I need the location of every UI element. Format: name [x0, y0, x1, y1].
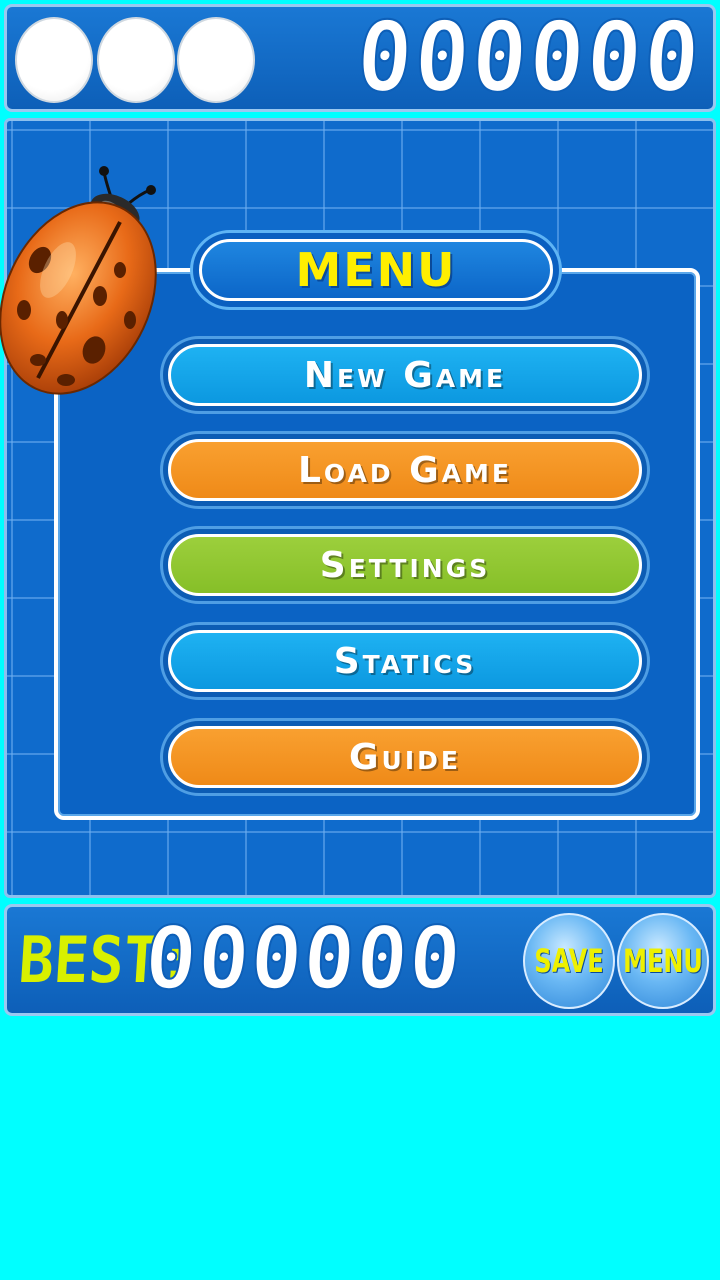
load-game-button[interactable]: Load Game — [160, 431, 650, 509]
save-label: SAVE — [534, 942, 604, 980]
new-game-label: New Game — [303, 354, 507, 396]
current-score: 000000 — [352, 0, 706, 114]
load-game-label: Load Game — [297, 449, 512, 491]
life-indicator — [177, 17, 255, 103]
menu-title-banner: MENU — [190, 230, 562, 310]
life-indicator — [15, 17, 93, 103]
new-game-button[interactable]: New Game — [160, 336, 650, 414]
statics-button[interactable]: Statics — [160, 622, 650, 700]
ladybug-icon — [0, 166, 157, 395]
life-indicator — [97, 17, 175, 103]
settings-label: Settings — [319, 544, 491, 586]
statics-label: Statics — [333, 640, 477, 682]
settings-button[interactable]: Settings — [160, 526, 650, 604]
game-screen: 000000 MENU New Game Load Game Settings … — [0, 0, 720, 1280]
best-score: 000000 — [141, 908, 467, 1010]
menu-title: MENU — [295, 243, 457, 297]
bottom-status-bar: BEST: 000000 SAVE MENU — [4, 904, 716, 1016]
menu-label: MENU — [623, 942, 703, 980]
top-status-bar: 000000 — [4, 0, 716, 115]
menu-button[interactable]: MENU — [617, 913, 709, 1009]
guide-button[interactable]: Guide — [160, 718, 650, 796]
save-button[interactable]: SAVE — [523, 913, 615, 1009]
guide-label: Guide — [349, 736, 461, 778]
